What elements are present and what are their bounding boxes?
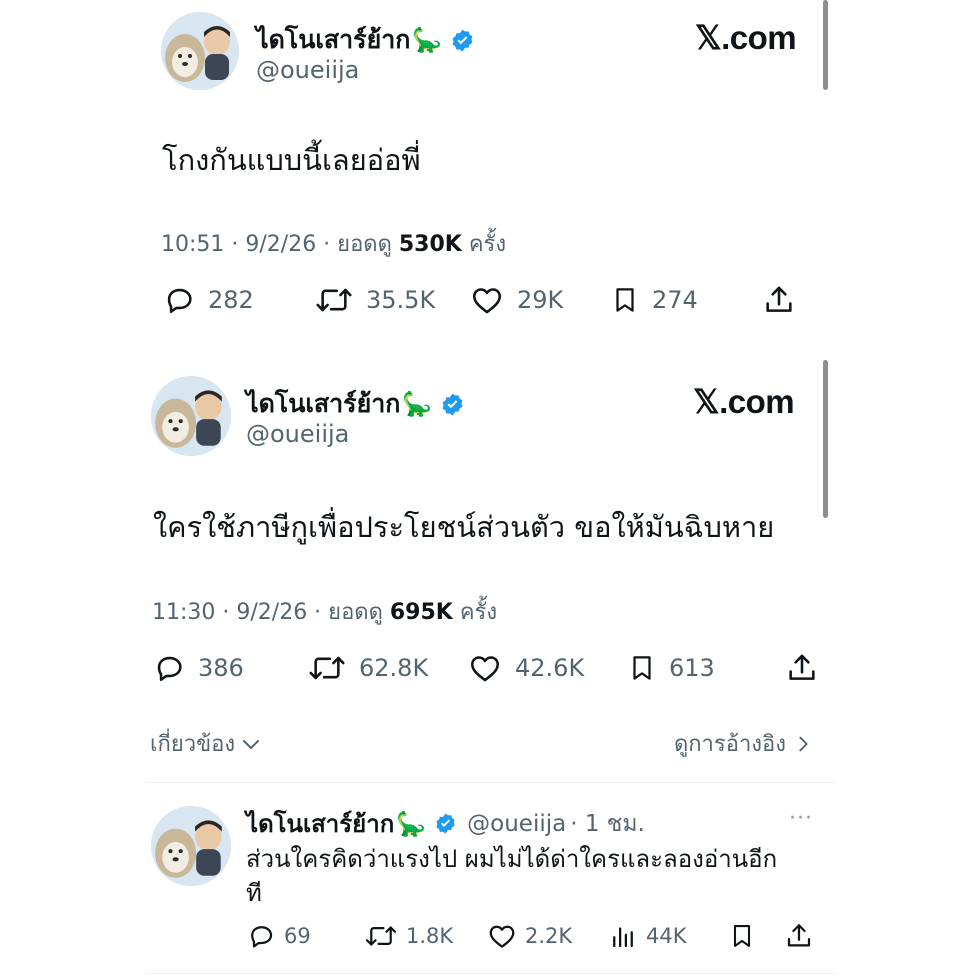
author-handle[interactable]: @oueiija bbox=[246, 420, 349, 448]
view-count: 530K bbox=[398, 232, 462, 257]
author-name[interactable]: ไดโนเสาร์ย้าก bbox=[246, 384, 400, 424]
bookmark-count: 613 bbox=[669, 654, 715, 682]
share-button[interactable] bbox=[784, 921, 814, 951]
views-bar-chart-icon bbox=[613, 927, 633, 948]
view-count: 695K bbox=[389, 600, 453, 625]
like-count: 29K bbox=[517, 286, 564, 314]
verified-badge-icon bbox=[434, 812, 457, 835]
bookmark-icon bbox=[733, 925, 751, 947]
like-button[interactable]: 42.6K bbox=[467, 651, 627, 685]
reply-icon bbox=[251, 926, 273, 948]
views-suffix: ครั้ง bbox=[461, 232, 507, 257]
like-count: 42.6K bbox=[515, 654, 585, 682]
reply-icon bbox=[167, 288, 192, 314]
bookmark-button[interactable] bbox=[728, 921, 784, 951]
author-name-row[interactable]: ไดโนเสาร์ย้าก 🦕 bbox=[256, 20, 475, 60]
share-icon bbox=[766, 286, 792, 312]
views-count: 44K bbox=[646, 924, 687, 948]
avatar[interactable] bbox=[151, 806, 231, 886]
reply-text-line-1: ส่วนใครคิดว่าแรงไป ผมไม่ได้ด่าใครและลองอ… bbox=[246, 845, 778, 873]
reply-button[interactable]: 282 bbox=[162, 283, 314, 317]
reply-button[interactable]: 69 bbox=[246, 921, 364, 951]
bookmark-count: 274 bbox=[652, 286, 698, 314]
verified-badge-icon bbox=[450, 28, 475, 53]
dinosaur-emoji: 🦕 bbox=[402, 390, 433, 418]
scrollbar-thumb[interactable] bbox=[823, 0, 828, 90]
author-name-row[interactable]: ไดโนเสาร์ย้าก 🦕 bbox=[246, 384, 465, 424]
reply-icon bbox=[157, 656, 182, 682]
x-com-logo: 𝕏.com bbox=[695, 19, 797, 56]
timestamp[interactable]: 10:51 · 9/2/26 · ยอดดู bbox=[161, 232, 399, 257]
tweet-meta: 11:30 · 9/2/26 · ยอดดู 695K ครั้ง bbox=[152, 594, 497, 629]
tweet-actions: 282 35.5K 29K 274 bbox=[162, 283, 796, 317]
bookmark-button[interactable]: 613 bbox=[627, 651, 785, 685]
author-handle[interactable]: @oueiija bbox=[256, 56, 359, 84]
reply-text: ส่วนใครคิดว่าแรงไป ผมไม่ได้ด่าใครและลองอ… bbox=[246, 842, 826, 910]
like-count: 2.2K bbox=[525, 924, 573, 948]
chevron-right-icon bbox=[799, 736, 808, 751]
reply-count: 386 bbox=[198, 654, 244, 682]
views-button[interactable]: 44K bbox=[608, 921, 728, 951]
retweet-count: 35.5K bbox=[366, 286, 436, 314]
divider bbox=[145, 973, 835, 974]
scrollbar-thumb[interactable] bbox=[823, 360, 828, 518]
author-handle[interactable]: @oueiija bbox=[467, 811, 566, 837]
dinosaur-emoji: 🦕 bbox=[396, 809, 427, 838]
retweet-count: 62.8K bbox=[359, 654, 429, 682]
share-button[interactable] bbox=[762, 283, 796, 317]
reply-count: 69 bbox=[284, 924, 311, 948]
chevron-down-icon bbox=[243, 739, 260, 749]
timestamp[interactable]: 11:30 · 9/2/26 · ยอดดู bbox=[152, 600, 390, 625]
retweet-button[interactable]: 35.5K bbox=[314, 283, 469, 317]
more-options-icon[interactable]: ··· bbox=[789, 806, 813, 831]
verified-badge-icon bbox=[440, 392, 465, 417]
divider bbox=[145, 782, 835, 783]
retweet-icon bbox=[309, 656, 345, 680]
view-quotes-label: ดูการอ้างอิง bbox=[673, 732, 786, 757]
bookmark-icon bbox=[633, 656, 651, 680]
retweet-icon bbox=[365, 926, 397, 946]
retweet-button[interactable]: 1.8K bbox=[364, 921, 487, 951]
retweet-icon bbox=[316, 288, 352, 312]
tweet-text: โกงกันแบบนี้เลยอ่อพี่ bbox=[162, 143, 421, 177]
bookmark-button[interactable]: 274 bbox=[610, 283, 762, 317]
reply-time[interactable]: · 1 ชม. bbox=[570, 806, 645, 842]
heart-icon bbox=[472, 288, 502, 314]
views-suffix: ครั้ง bbox=[452, 600, 498, 625]
related-toggle[interactable]: เกี่ยวข้อง bbox=[150, 726, 263, 761]
avatar[interactable] bbox=[151, 376, 231, 456]
author-name[interactable]: ไดโนเสาร์ย้าก bbox=[246, 804, 394, 843]
reply-count: 282 bbox=[208, 286, 254, 314]
like-button[interactable]: 29K bbox=[469, 283, 612, 317]
heart-icon bbox=[489, 925, 515, 948]
reply-text-line-2: ที bbox=[246, 879, 262, 907]
reply-button[interactable]: 386 bbox=[152, 651, 307, 685]
dinosaur-emoji: 🦕 bbox=[412, 26, 443, 54]
reply-author-row[interactable]: ไดโนเสาร์ย้าก 🦕 @oueiija · 1 ชม. bbox=[246, 804, 645, 843]
share-icon bbox=[787, 924, 811, 947]
avatar[interactable] bbox=[161, 12, 239, 90]
author-name[interactable]: ไดโนเสาร์ย้าก bbox=[256, 20, 410, 60]
heart-icon bbox=[470, 656, 500, 682]
bookmark-icon bbox=[616, 288, 634, 312]
reply-actions: 69 1.8K 2.2K 44K bbox=[246, 921, 814, 951]
view-quotes-link[interactable]: ดูการอ้างอิง bbox=[674, 726, 814, 761]
tweet-meta: 10:51 · 9/2/26 · ยอดดู 530K ครั้ง bbox=[161, 226, 506, 261]
share-icon bbox=[789, 654, 815, 680]
tweet-text: ใครใช้ภาษีกูเพื่อประโยชน์ส่วนตัว ขอให้มั… bbox=[153, 510, 775, 544]
tweet-actions: 386 62.8K 42.6K 613 bbox=[152, 651, 819, 685]
retweet-count: 1.8K bbox=[406, 924, 454, 948]
related-row: เกี่ยวข้อง ดูการอ้างอิง bbox=[150, 726, 814, 761]
share-button[interactable] bbox=[785, 651, 819, 685]
like-button[interactable]: 2.2K bbox=[487, 921, 608, 951]
related-label: เกี่ยวข้อง bbox=[150, 732, 236, 757]
retweet-button[interactable]: 62.8K bbox=[307, 651, 467, 685]
x-com-logo: 𝕏.com bbox=[693, 383, 795, 420]
